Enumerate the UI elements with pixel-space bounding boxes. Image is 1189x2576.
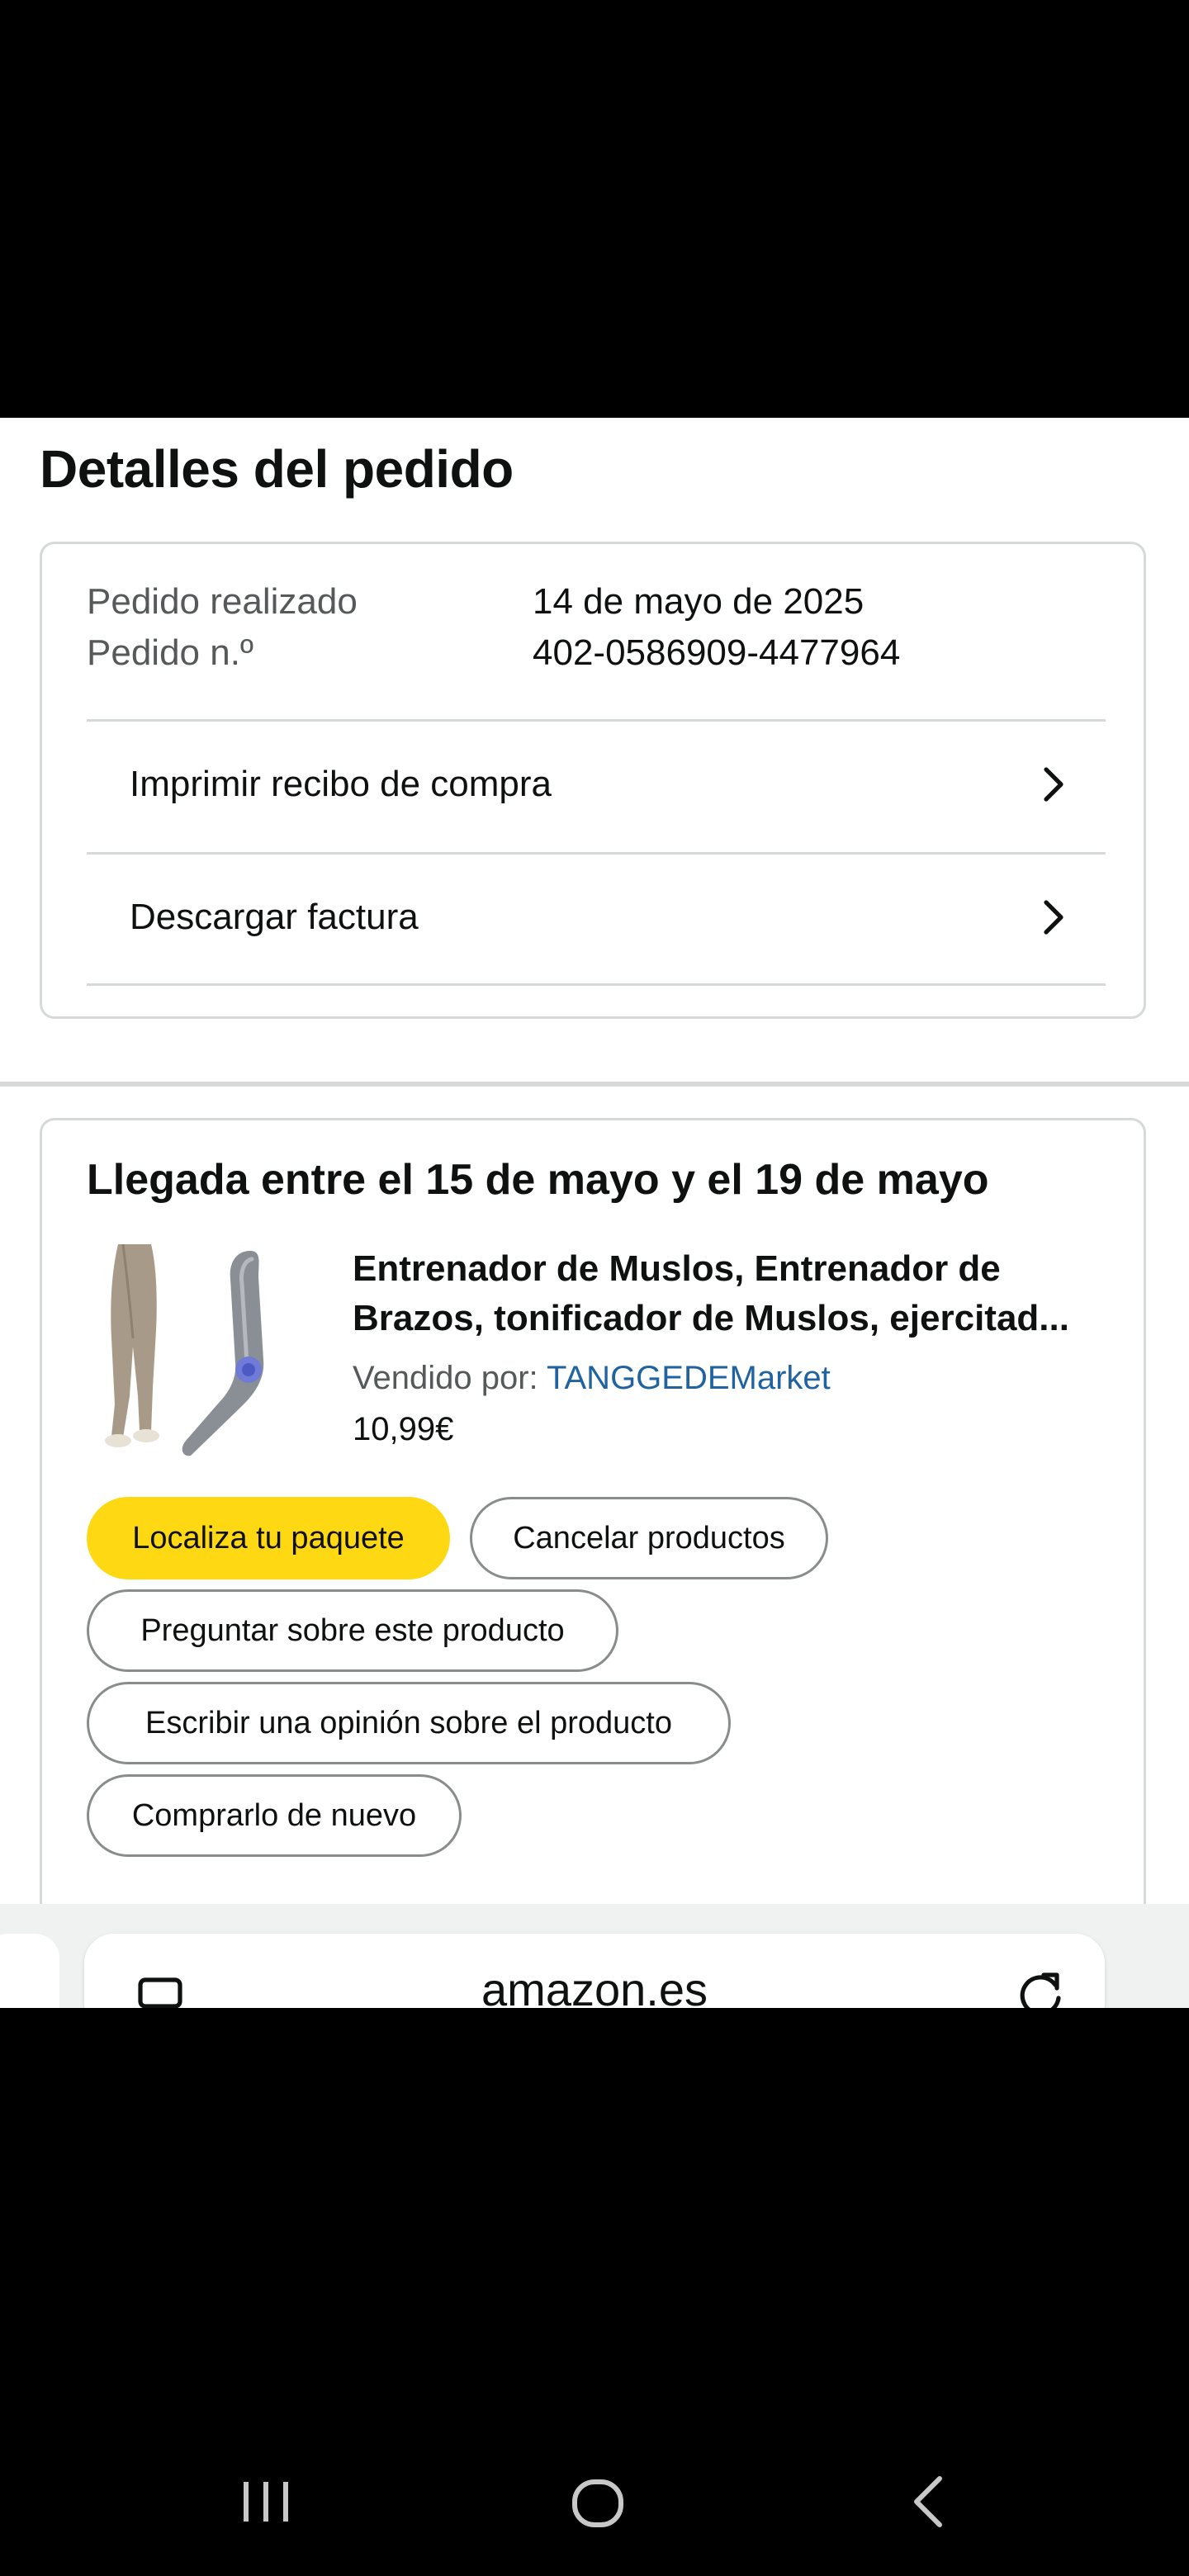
url-text[interactable]: amazon.es [84, 1957, 1105, 2008]
home-icon[interactable] [565, 2469, 631, 2535]
section-separator [0, 1082, 1189, 1087]
chevron-right-icon [1044, 767, 1063, 802]
status-area [0, 0, 1189, 418]
order-date-value: 14 de mayo de 2025 [533, 581, 865, 622]
order-number-label: Pedido n.º [87, 632, 253, 673]
product-title[interactable]: Entrenador de Muslos, Entrenador de Braz… [353, 1244, 1112, 1343]
delivery-title: Llegada entre el 15 de mayo y el 19 de m… [87, 1156, 989, 1204]
order-summary-card: Pedido realizado 14 de mayo de 2025 Pedi… [40, 542, 1146, 1019]
track-package-button[interactable]: Localiza tu paquete [87, 1497, 450, 1579]
sold-by-label: Vendido por: [353, 1360, 547, 1396]
print-receipt-link[interactable]: Imprimir recibo de compra [87, 722, 1106, 852]
address-bar[interactable]: amazon.es [84, 1934, 1105, 2008]
recent-apps-icon[interactable] [233, 2469, 299, 2535]
order-date-label: Pedido realizado [87, 581, 358, 622]
browser-bottom-bar: amazon.es [0, 1904, 1189, 2008]
browser-left-panel[interactable] [0, 1934, 59, 2008]
cancel-items-button[interactable]: Cancelar productos [470, 1497, 828, 1579]
sold-by: Vendido por: TANGGEDEMarket [353, 1355, 831, 1401]
buy-again-button[interactable]: Comprarlo de nuevo [87, 1774, 462, 1857]
order-number-value: 402-0586909-4477964 [533, 632, 901, 673]
ask-product-question-button[interactable]: Preguntar sobre este producto [87, 1589, 618, 1672]
delivery-card: Llegada entre el 15 de mayo y el 19 de m… [40, 1118, 1146, 2008]
reload-icon[interactable] [1016, 1970, 1065, 2008]
back-icon[interactable] [897, 2469, 963, 2535]
download-invoice-label: Descargar factura [130, 897, 419, 937]
product-image[interactable] [87, 1239, 301, 1462]
seller-link[interactable]: TANGGEDEMarket [547, 1360, 831, 1396]
product-price: 10,99€ [353, 1411, 454, 1447]
write-review-button[interactable]: Escribir una opinión sobre el producto [87, 1682, 731, 1764]
print-receipt-label: Imprimir recibo de compra [130, 764, 552, 804]
page-content: Detalles del pedido Pedido realizado 14 … [0, 418, 1189, 2008]
divider [87, 983, 1106, 986]
page-title: Detalles del pedido [40, 439, 514, 499]
chevron-right-icon [1044, 900, 1063, 935]
download-invoice-link[interactable]: Descargar factura [87, 855, 1106, 985]
order-number-row: Pedido n.º 402-0586909-4477964 [87, 628, 900, 678]
order-date-row: Pedido realizado 14 de mayo de 2025 [87, 577, 864, 627]
